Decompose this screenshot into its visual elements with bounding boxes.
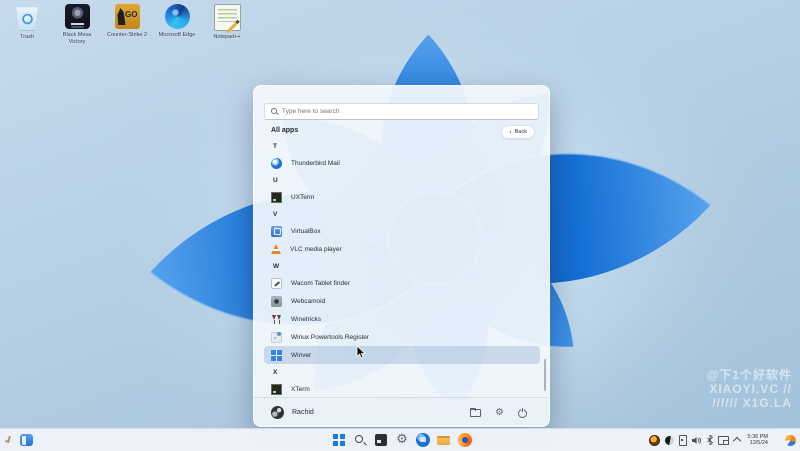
watermark-line: ////// X1G.LA [712,396,792,410]
watermark-line: XIAOYI.VC // [709,382,792,396]
recycle-bin-icon [16,7,38,31]
thunderbird-icon [271,157,282,169]
all-apps-list: T Thunderbird Mail U UXTerm V VirtualBox… [264,138,540,398]
section-letter-u[interactable]: U [264,172,540,188]
desktop: @下1个好软件 XIAOYI.VC // ////// X1G.LA Trash… [0,0,800,451]
blue-app-icon[interactable] [416,433,430,447]
display-icon[interactable] [717,435,730,445]
start-menu: All apps ‹ Back T Thunderbird Mail U UXT… [253,85,550,427]
app-item-winetricks[interactable]: Winetricks [264,310,540,328]
settings-gear-icon[interactable]: ⚙ [395,433,409,447]
power-icon[interactable] [517,407,528,418]
tray-orange-app-icon[interactable] [648,434,660,446]
desktop-icon-trash[interactable]: Trash [2,4,52,45]
clock-date: 12/5/24 [749,440,768,446]
wacom-tablet-icon [271,277,282,289]
app-item-xterm[interactable]: XTerm [264,380,540,398]
device-icon[interactable] [678,434,687,446]
app-item-uxterm[interactable]: UXTerm [264,188,540,206]
search-input[interactable] [282,108,538,115]
edge-icon [164,4,190,29]
window-switcher-icon[interactable] [20,434,33,446]
volume-icon[interactable] [691,436,702,445]
app-item-webcamoid[interactable]: Webcamoid [264,292,540,310]
watermark-line: @下1个好软件 [706,368,792,382]
virtualbox-icon [271,225,282,237]
bluetooth-icon[interactable] [706,435,713,445]
desktop-icon-edge[interactable]: Microsoft Edge [152,4,202,45]
taskbar: ⚙ 5:36 PM 12/5/24 [0,428,800,451]
tray-color-app-icon[interactable] [785,434,796,446]
app-item-virtualbox[interactable]: VirtualBox [264,222,540,240]
app-item-wacom[interactable]: Wacom Tablet finder [264,274,540,292]
start-menu-footer: Rachid ⚙ [254,397,549,426]
start-search-box[interactable] [264,103,539,120]
mouse-cursor [356,346,366,359]
tray-dark-app-icon[interactable] [664,435,674,445]
app-item-thunderbird[interactable]: Thunderbird Mail [264,154,540,172]
desktop-icon-counter-strike[interactable]: GO Counter-Strike 2 [102,4,152,45]
system-tray: 5:36 PM 12/5/24 [648,429,796,451]
wine-glasses-icon [271,313,282,325]
search-icon [271,108,278,115]
desktop-icons: Trash Black Mesa Victory GO Counter-Stri… [2,4,252,45]
settings-gear-icon[interactable]: ⚙ [494,407,505,418]
chevron-up-icon[interactable] [732,436,741,446]
section-letter-x[interactable]: X [264,364,540,380]
app-item-winux-powertools-register[interactable]: Winux Powertools Register [264,328,540,346]
taskbar-center: ⚙ [332,429,472,451]
csgo-icon: GO [114,4,140,29]
app-item-vlc[interactable]: VLC media player [264,240,540,258]
taskbar-search-icon[interactable] [353,433,367,447]
desktop-icon-black-mesa[interactable]: Black Mesa Victory [52,4,102,45]
black-mesa-icon [64,4,90,29]
camera-icon [271,295,282,307]
folder-icon[interactable] [470,407,481,418]
watermark: @下1个好软件 XIAOYI.VC // ////// X1G.LA [707,368,792,410]
firefox-icon[interactable] [458,433,472,447]
vlc-cone-icon [271,244,281,254]
user-name[interactable]: Rachid [292,409,314,416]
list-scrollbar[interactable] [543,359,546,391]
section-letter-t[interactable]: T [264,138,540,154]
taskbar-left [5,429,33,451]
windows-logo-icon [271,349,282,361]
chevron-left-icon: ‹ [509,128,512,136]
section-letter-w[interactable]: W [264,258,540,274]
powertools-icon [271,331,282,343]
all-apps-title: All apps [271,127,299,134]
notepad-plus-icon [213,4,241,31]
taskbar-clock[interactable]: 5:36 PM 12/5/24 [748,434,768,447]
file-explorer-icon[interactable] [437,434,451,448]
desktop-icon-notepad-plus[interactable]: Notepad++ [202,4,252,45]
terminal-icon [271,191,282,203]
back-button[interactable]: ‹ Back [501,125,535,139]
app-item-winver[interactable]: Winver [264,346,540,364]
corner-widget-icon[interactable] [5,436,13,445]
terminal-icon [271,383,282,395]
terminal-app-icon[interactable] [375,434,387,446]
section-letter-v[interactable]: V [264,206,540,222]
user-avatar[interactable] [271,405,284,419]
start-button-windows-logo-icon[interactable] [333,434,345,446]
